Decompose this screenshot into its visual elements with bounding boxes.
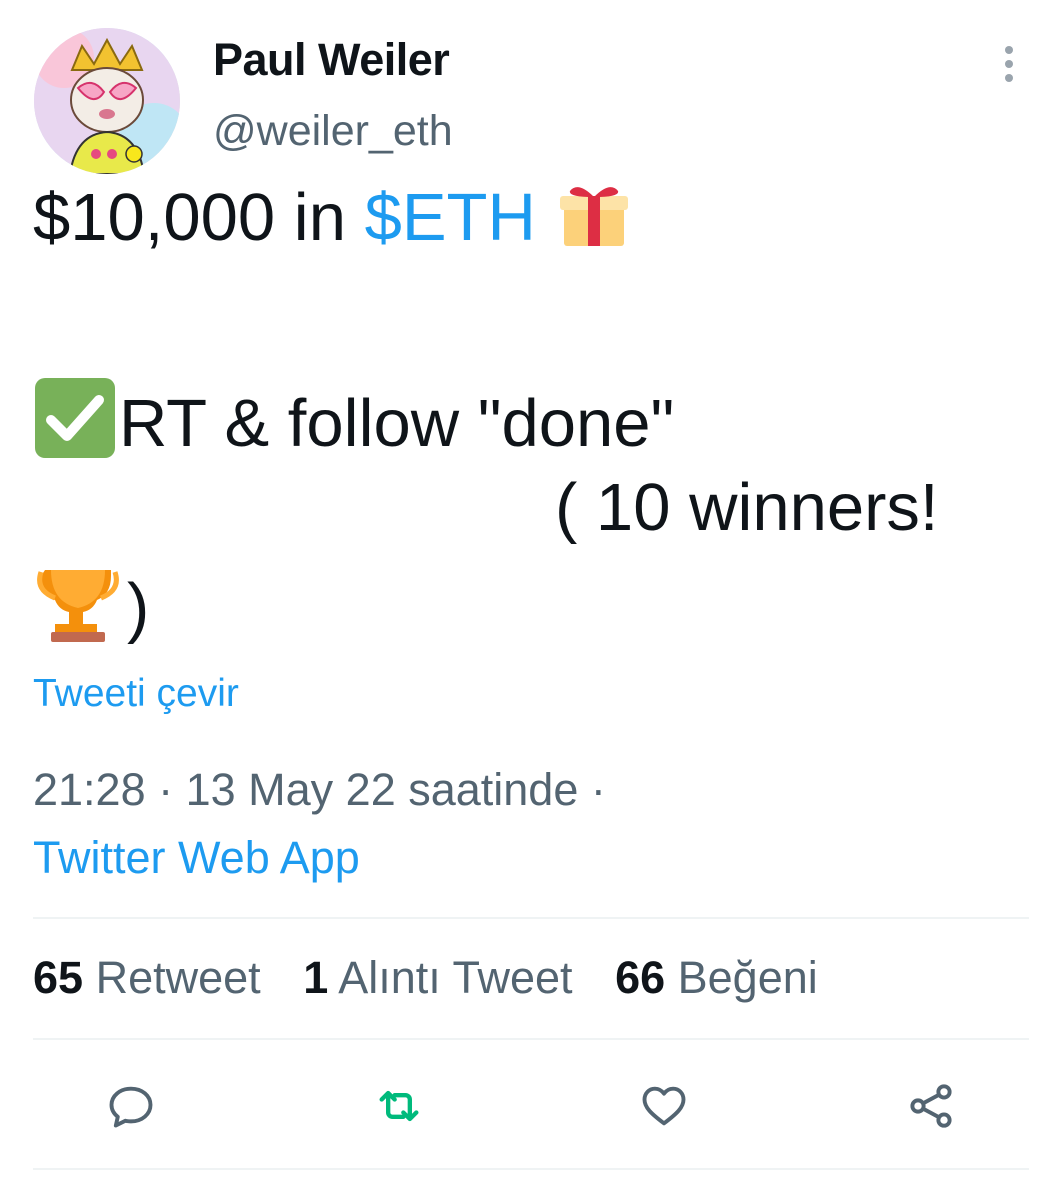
- quote-count-stat[interactable]: 1 Alıntı Tweet: [303, 952, 572, 1003]
- share-button[interactable]: [901, 1076, 961, 1136]
- divider: [33, 1038, 1029, 1040]
- tweet-source-link[interactable]: Twitter Web App: [33, 832, 360, 884]
- quote-count: 1: [303, 952, 329, 1003]
- like-count: 66: [615, 952, 666, 1003]
- heart-icon: [642, 1086, 686, 1126]
- cashtag-link[interactable]: $ETH: [365, 180, 536, 255]
- retweet-button[interactable]: [369, 1076, 429, 1136]
- retweet-label: Retweet: [95, 952, 261, 1003]
- tweet-text-line-2: RT & follow "done": [33, 376, 674, 460]
- tweet-text-line-4: ): [33, 560, 149, 644]
- retweet-count: 65: [33, 952, 84, 1003]
- divider: [33, 917, 1029, 919]
- reply-icon: [109, 1086, 153, 1128]
- tweet-timestamp[interactable]: 21:28 · 13 May 22 saatinde ·: [33, 764, 606, 816]
- tweet-text-line-1: $10,000 in $ETH: [33, 182, 630, 251]
- tweet-text-line-3: ( 10 winners!: [555, 470, 939, 545]
- retweet-count-stat[interactable]: 65 Retweet: [33, 952, 261, 1003]
- tweet-stats: 65 Retweet 1 Alıntı Tweet 66 Beğeni: [33, 952, 848, 1004]
- divider: [33, 1168, 1029, 1170]
- author-handle[interactable]: @weiler_eth: [213, 107, 453, 156]
- share-icon: [910, 1084, 952, 1128]
- like-count-stat[interactable]: 66 Beğeni: [615, 952, 818, 1003]
- retweet-icon: [379, 1090, 419, 1122]
- author-display-name[interactable]: Paul Weiler: [213, 34, 450, 86]
- tweet-text-close-paren: ): [127, 570, 150, 645]
- trophy-icon: [33, 560, 123, 644]
- tweet-text-rt-follow: RT & follow "done": [119, 386, 675, 461]
- quote-label: Alıntı Tweet: [338, 952, 573, 1003]
- avatar[interactable]: [34, 28, 180, 174]
- check-mark-icon: [33, 376, 117, 460]
- reply-button[interactable]: [101, 1076, 161, 1136]
- more-vertical-icon[interactable]: [998, 44, 1020, 84]
- tweet-text-prefix: $10,000 in: [33, 180, 365, 255]
- like-button[interactable]: [634, 1076, 694, 1136]
- like-label: Beğeni: [677, 952, 818, 1003]
- gift-icon: [558, 182, 630, 248]
- translate-tweet-link[interactable]: Tweeti çevir: [33, 672, 239, 716]
